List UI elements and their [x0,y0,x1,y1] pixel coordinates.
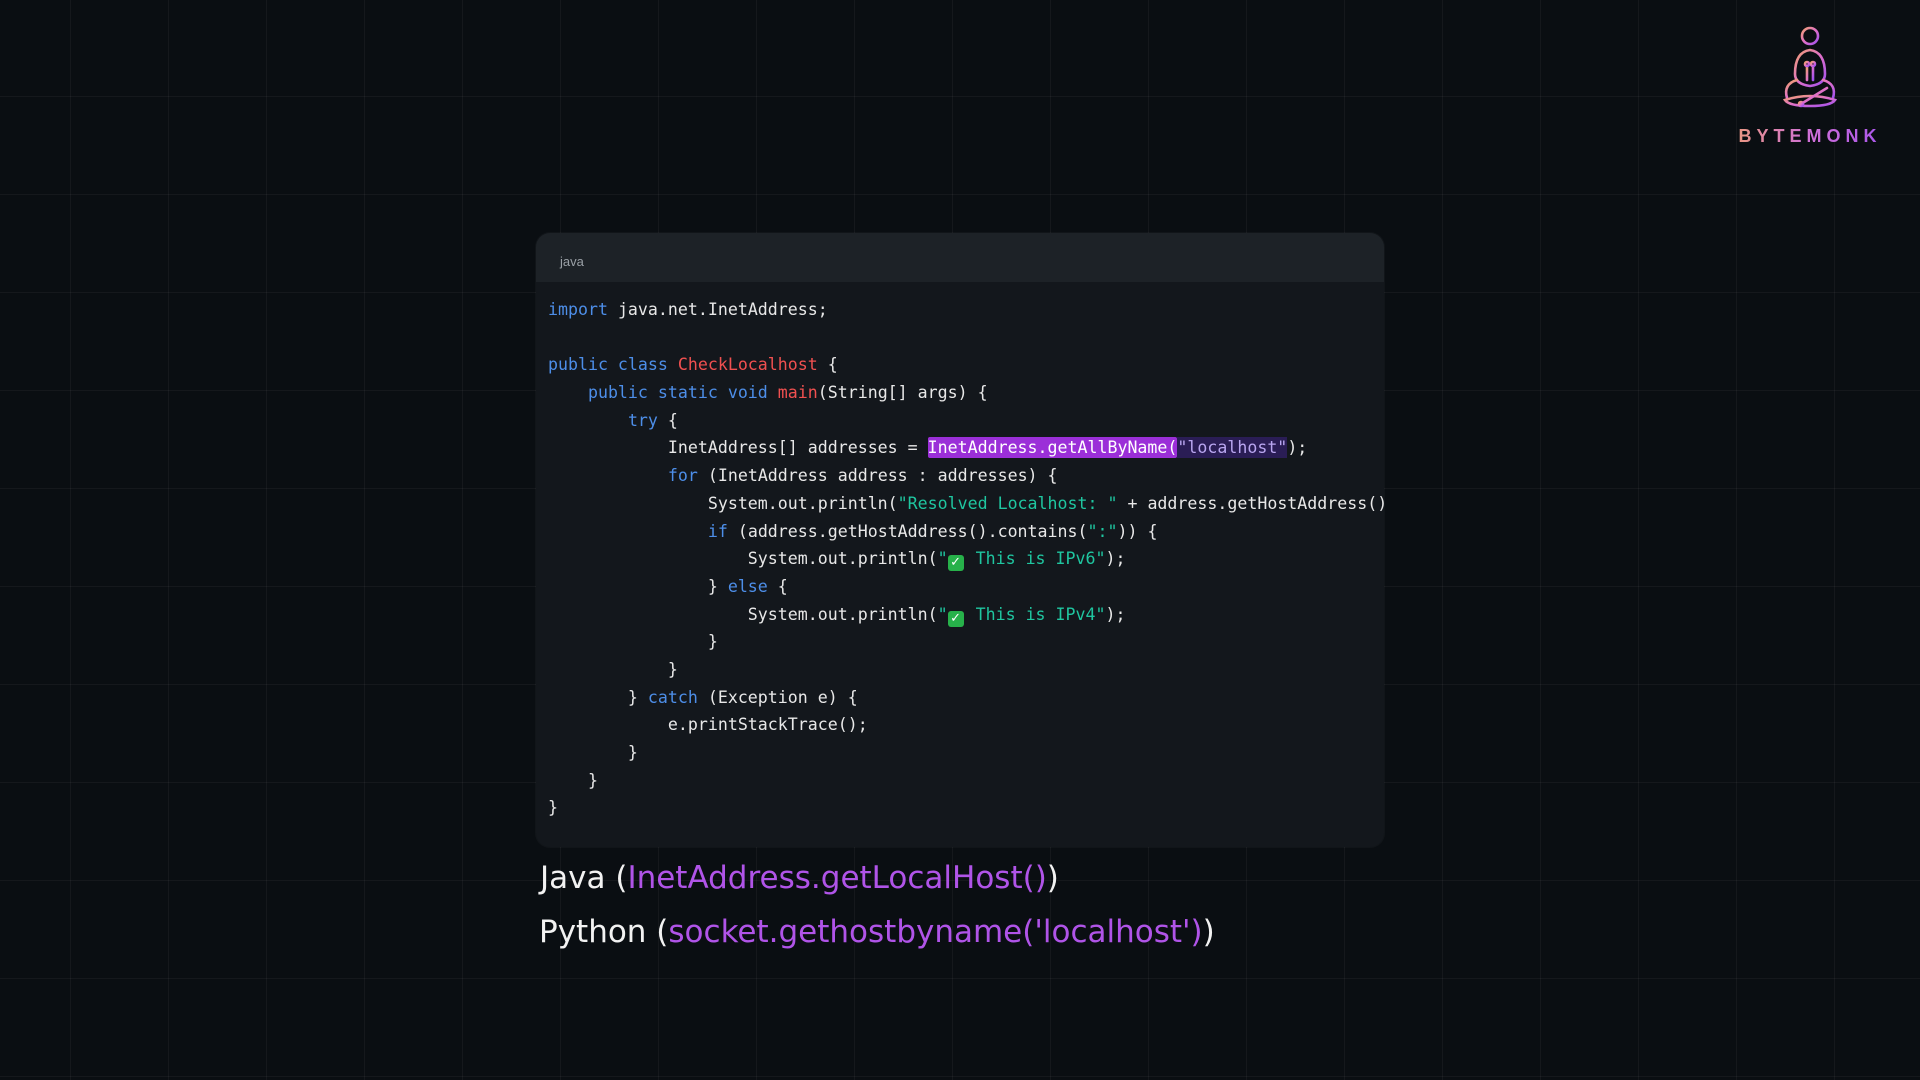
code-token: import [548,300,608,319]
code-token: try [627,410,658,430]
python-caption-call: socket.gethostbyname('localhost') [668,914,1203,950]
code-token: This is IPv4" [965,604,1106,624]
code-token: main [777,383,818,403]
code-token: if [707,521,728,541]
code-block-header: java [536,233,1384,282]
code-token: public static void [548,383,778,403]
code-line: public class CheckLocalhost { [548,351,1384,379]
code-token: catch [647,687,698,707]
code-token: } [548,576,728,596]
java-caption-call: InetAddress.getLocalHost() [627,860,1047,896]
code-token: else [727,576,768,596]
code-token: (address.getHostAddress().contains( [727,521,1088,541]
code-token: System.out.println( [548,604,938,624]
code-token: "Resolved Localhost: " [897,493,1118,513]
code-line: for (InetAddress address : addresses) { [548,462,1384,490]
python-api-caption: Python (socket.gethostbyname('localhost'… [539,914,1215,950]
code-token: { [657,410,678,430]
code-content: import java.net.InetAddress; public class… [536,282,1384,822]
code-line: System.out.println(" ✓ This is IPv6"); [548,545,1384,573]
code-token: InetAddress.getAllByName( [927,437,1178,459]
code-line: try { [548,407,1384,435]
code-token: InetAddress[] addresses = [548,438,928,458]
code-line: System.out.println(" ✓ This is IPv4"); [548,601,1384,629]
meditating-monk-circuit-icon [1782,26,1838,108]
java-caption-close: ) [1046,860,1059,896]
code-token: java.net.InetAddress; [607,300,828,319]
code-line: public static void main(String[] args) { [548,379,1384,407]
code-line: } [548,739,1384,767]
code-token: public class [548,355,678,375]
code-token: for [667,466,698,486]
code-token: This is IPv6" [965,549,1106,569]
java-caption-lang: Java ( [540,860,628,896]
code-token: { [817,355,838,375]
python-caption-close: ) [1202,914,1215,950]
code-token: System.out.println( [548,549,938,569]
code-token: + address.getHostAddress()); [1117,493,1384,513]
code-token: } [548,798,558,818]
code-line: } [548,794,1384,822]
code-token: (Exception e) { [697,687,858,707]
code-line: } catch (Exception e) { [548,684,1384,712]
code-token: " [937,604,948,624]
code-language-label: java [560,254,584,269]
code-token: "localhost" [1177,437,1288,459]
code-line: } [548,628,1384,656]
code-line: } [548,656,1384,684]
bytemonk-logo: BYTEMONK [1720,20,1900,160]
checkmark-icon: ✓ [947,610,964,627]
java-api-caption: Java (InetAddress.getLocalHost()) [540,860,1059,896]
code-line: import java.net.InetAddress; [548,296,1384,324]
python-caption-lang: Python ( [539,914,669,950]
checkmark-icon: ✓ [947,555,964,572]
code-token: ); [1105,549,1126,569]
code-line: System.out.println("Resolved Localhost: … [548,490,1384,518]
code-token: } [548,632,718,652]
code-token: )) { [1117,521,1158,541]
code-token: ); [1287,438,1308,458]
code-line: e.printStackTrace(); [548,711,1384,739]
code-token: ); [1105,604,1126,624]
code-token: } [548,770,598,790]
code-token: (String[] args) { [817,383,988,403]
code-line: if (address.getHostAddress().contains(":… [548,518,1384,546]
code-token: } [548,659,678,679]
code-line: InetAddress[] addresses = InetAddress.ge… [548,434,1384,462]
code-token: System.out.println( [548,493,898,513]
code-token: } [548,687,648,707]
code-token: e.printStackTrace(); [548,715,868,735]
logo-wordmark: BYTEMONK [1720,126,1900,147]
code-token: ":" [1087,521,1118,541]
code-token: " [937,549,948,569]
code-line: } else { [548,573,1384,601]
code-line: } [548,767,1384,795]
code-token: } [548,743,638,762]
code-block: java import java.net.InetAddress; public … [536,233,1384,847]
code-token: CheckLocalhost [677,355,818,375]
code-token: { [767,576,788,596]
code-token: (InetAddress address : addresses) { [697,466,1058,486]
